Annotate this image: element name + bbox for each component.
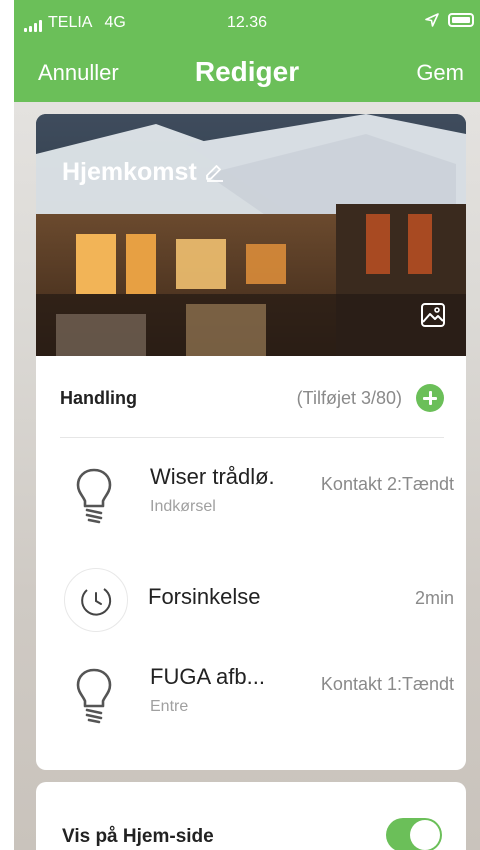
actions-label: Handling (60, 388, 137, 408)
location-arrow-icon (425, 13, 439, 27)
action-value: Kontakt 2:Tændt (320, 474, 454, 494)
scene-card: Hjemkomst Handling (Tilføjet 3/80) Wiser… (36, 114, 466, 770)
home-page-card: Vis på Hjem-side (36, 782, 466, 850)
phone-screen: TELIA 4G 12.36 Annuller Rediger Gem Hjem… (14, 0, 480, 850)
action-name: FUGA afb... (150, 664, 265, 689)
action-item[interactable]: FUGA afb... Entre Kontakt 1:Tændt (36, 654, 466, 734)
nav-bar: Annuller Rediger Gem (14, 50, 480, 94)
status-bar: TELIA 4G 12.36 (14, 0, 480, 44)
house-illustration (36, 114, 466, 356)
action-value: 2min (414, 588, 454, 608)
action-item[interactable]: Wiser trådlø. Indkørsel Kontakt 2:Tændt (36, 454, 466, 534)
scene-image: Hjemkomst (36, 114, 466, 356)
divider (60, 437, 444, 438)
clock-icon-container (64, 568, 128, 632)
top-bar: TELIA 4G 12.36 Annuller Rediger Gem (14, 0, 480, 102)
add-action-button[interactable] (416, 384, 444, 412)
lightbulb-icon (76, 668, 112, 724)
action-name: Forsinkelse (148, 584, 261, 609)
scene-name-text: Hjemkomst (62, 158, 197, 186)
actions-count: (Tilføjet 3/80) (296, 388, 402, 408)
show-on-home-label: Vis på Hjem-side (62, 826, 214, 847)
status-icons (424, 12, 474, 28)
battery-icon (448, 13, 474, 27)
action-item[interactable]: Forsinkelse 2min (36, 558, 466, 638)
save-button[interactable]: Gem (416, 60, 464, 86)
scene-name[interactable]: Hjemkomst (62, 158, 225, 187)
status-time: 12.36 (226, 14, 268, 31)
actions-header: Handling (Tilføjet 3/80) (60, 380, 444, 420)
pencil-icon[interactable] (203, 162, 225, 184)
action-name: Wiser trådlø. (150, 464, 275, 489)
page-title: Rediger (194, 56, 300, 87)
show-on-home-toggle[interactable] (386, 818, 442, 850)
lightbulb-icon (76, 468, 112, 524)
clock-icon (81, 588, 112, 616)
action-location: Entre (150, 698, 189, 715)
action-location: Indkørsel (150, 498, 216, 515)
toggle-knob (410, 820, 440, 850)
action-value: Kontakt 1:Tændt (320, 674, 454, 694)
image-icon[interactable] (420, 302, 446, 328)
